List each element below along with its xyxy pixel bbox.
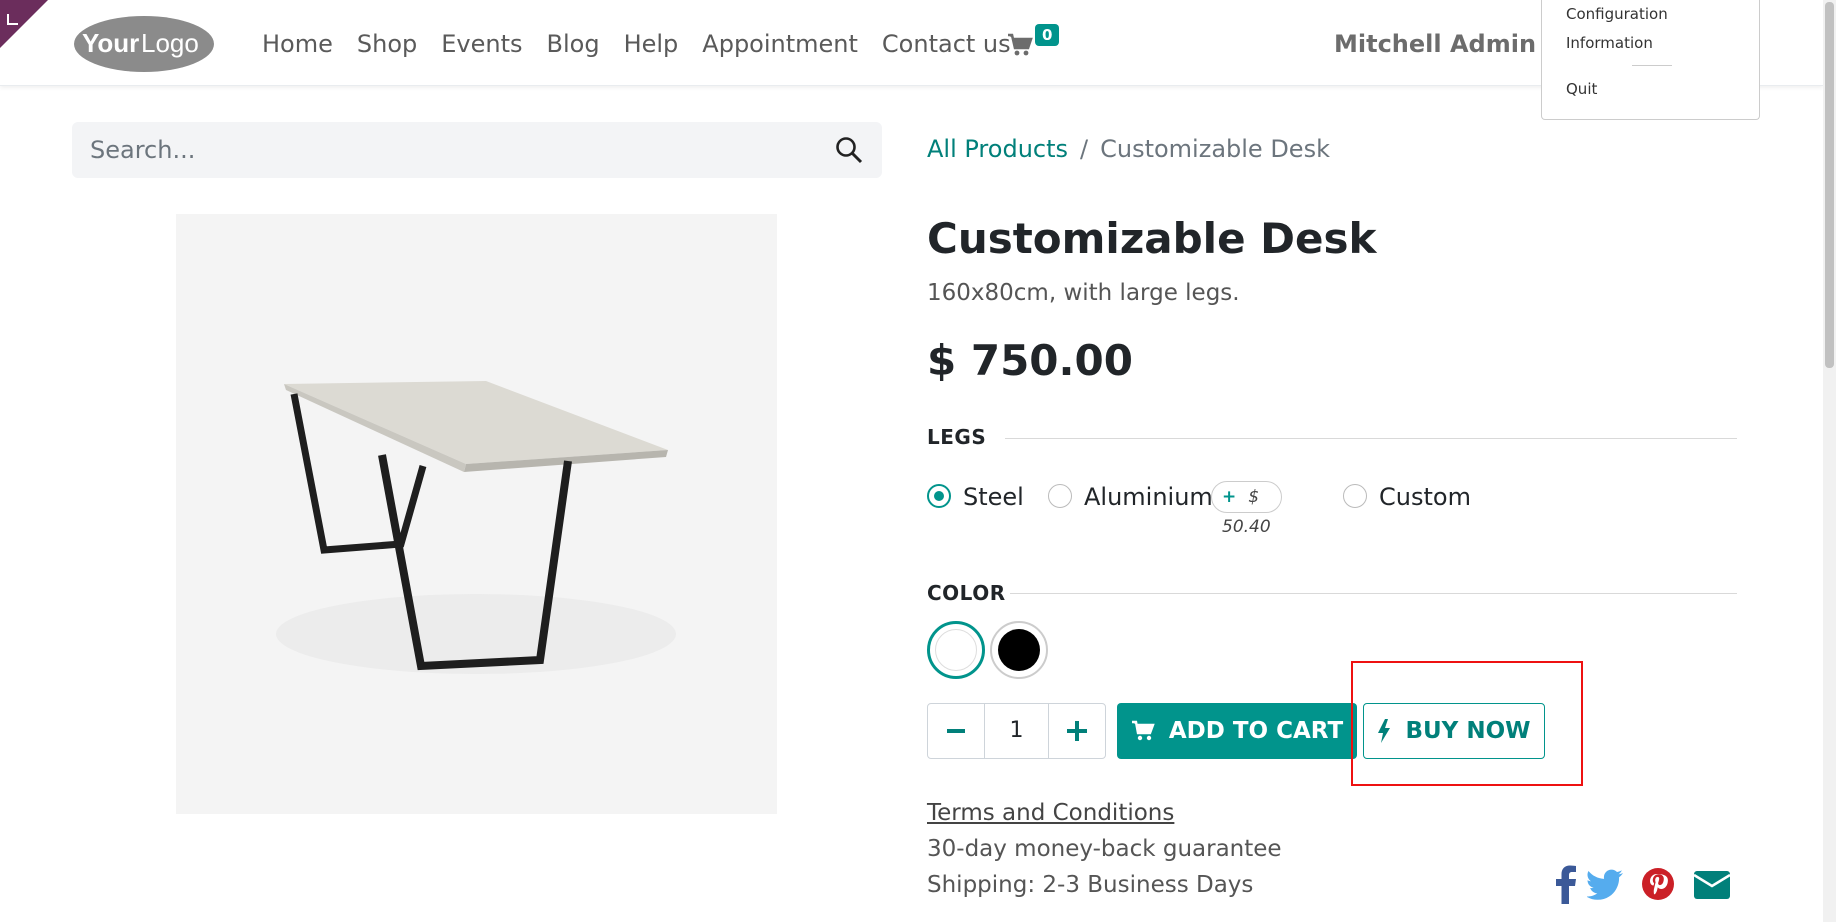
legs-heading: LEGS [927,425,987,449]
radio-aluminium[interactable] [1048,484,1072,508]
quantity-input[interactable]: 1 [983,704,1050,758]
cart-count-badge: 0 [1035,24,1060,46]
plus-icon [1067,721,1088,741]
product-title: Customizable Desk [927,214,1377,263]
menu-item-quit[interactable]: Quit [1566,80,1597,98]
menu-divider [1632,65,1672,66]
breadcrumb: All Products / Customizable Desk [927,131,1330,167]
user-menu-toggle[interactable]: Mitchell Admin [1334,26,1563,62]
product-description: 160x80cm, with large legs. [927,280,1240,306]
radio-steel[interactable] [927,484,951,508]
black-swatch-fill [998,629,1040,671]
page-scrollbar[interactable] [1823,0,1836,922]
add-to-cart-label: ADD TO CART [1168,718,1344,744]
plus-sign: + [1222,487,1237,507]
color-swatch-white[interactable] [927,621,985,679]
label-aluminium[interactable]: Aluminium [1084,480,1213,514]
menu-item-information[interactable]: Information [1566,34,1653,52]
cart-link[interactable]: 0 [1007,24,1063,62]
nav-help[interactable]: Help [624,26,679,62]
color-divider [1010,593,1737,594]
scrollbar-thumb[interactable] [1825,2,1834,368]
breadcrumb-separator: / [1080,135,1089,163]
twitter-icon[interactable] [1587,864,1625,904]
nav-blog[interactable]: Blog [547,26,600,62]
site-logo[interactable]: Your Logo [72,14,216,74]
color-heading: COLOR [927,581,1006,605]
terms-link[interactable]: Terms and Conditions [927,796,1174,830]
aluminium-extra-price-badge: + $ 50.40 [1211,481,1282,537]
product-image [176,214,777,814]
nav-shop[interactable]: Shop [357,26,417,62]
nav-home[interactable]: Home [262,26,333,62]
decrease-quantity-button[interactable] [928,704,984,758]
cart-icon [1131,720,1155,741]
product-search [72,122,882,178]
nav-events[interactable]: Events [441,26,522,62]
pinterest-icon[interactable] [1640,864,1678,904]
facebook-icon[interactable] [1547,864,1585,904]
shipping-text: Shipping: 2-3 Business Days [927,872,1254,898]
search-icon[interactable] [834,135,864,165]
breadcrumb-all-products[interactable]: All Products [927,135,1068,163]
menu-item-configuration[interactable]: Configuration [1566,5,1668,23]
radio-custom[interactable] [1343,484,1367,508]
main-nav: Home Shop Events Blog Help Appointment C… [262,26,1035,62]
svg-text:Logo: Logo [141,28,199,58]
breadcrumb-current: Customizable Desk [1100,135,1330,163]
quantity-stepper: 1 [927,703,1106,759]
cart-icon [1008,33,1033,56]
product-price: $ 750.00 [927,336,1133,385]
minus-icon [946,729,965,733]
color-swatch-black[interactable] [990,621,1048,679]
user-name: Mitchell Admin [1334,30,1537,58]
user-dropdown-menu: Configuration Information Quit [1541,0,1760,120]
highlight-box [1351,661,1583,786]
email-icon[interactable] [1693,864,1731,904]
search-input[interactable] [72,122,812,178]
guarantee-text: 30-day money-back guarantee [927,836,1282,862]
add-to-cart-button[interactable]: ADD TO CART [1117,703,1357,759]
increase-quantity-button[interactable] [1049,704,1105,758]
svg-text:Your: Your [82,28,139,58]
nav-contact-us[interactable]: Contact us [882,26,1011,62]
label-custom[interactable]: Custom [1379,480,1471,514]
nav-appointment[interactable]: Appointment [702,26,858,62]
legs-divider [1005,438,1737,439]
white-swatch-fill [935,629,977,671]
label-steel[interactable]: Steel [963,480,1024,514]
